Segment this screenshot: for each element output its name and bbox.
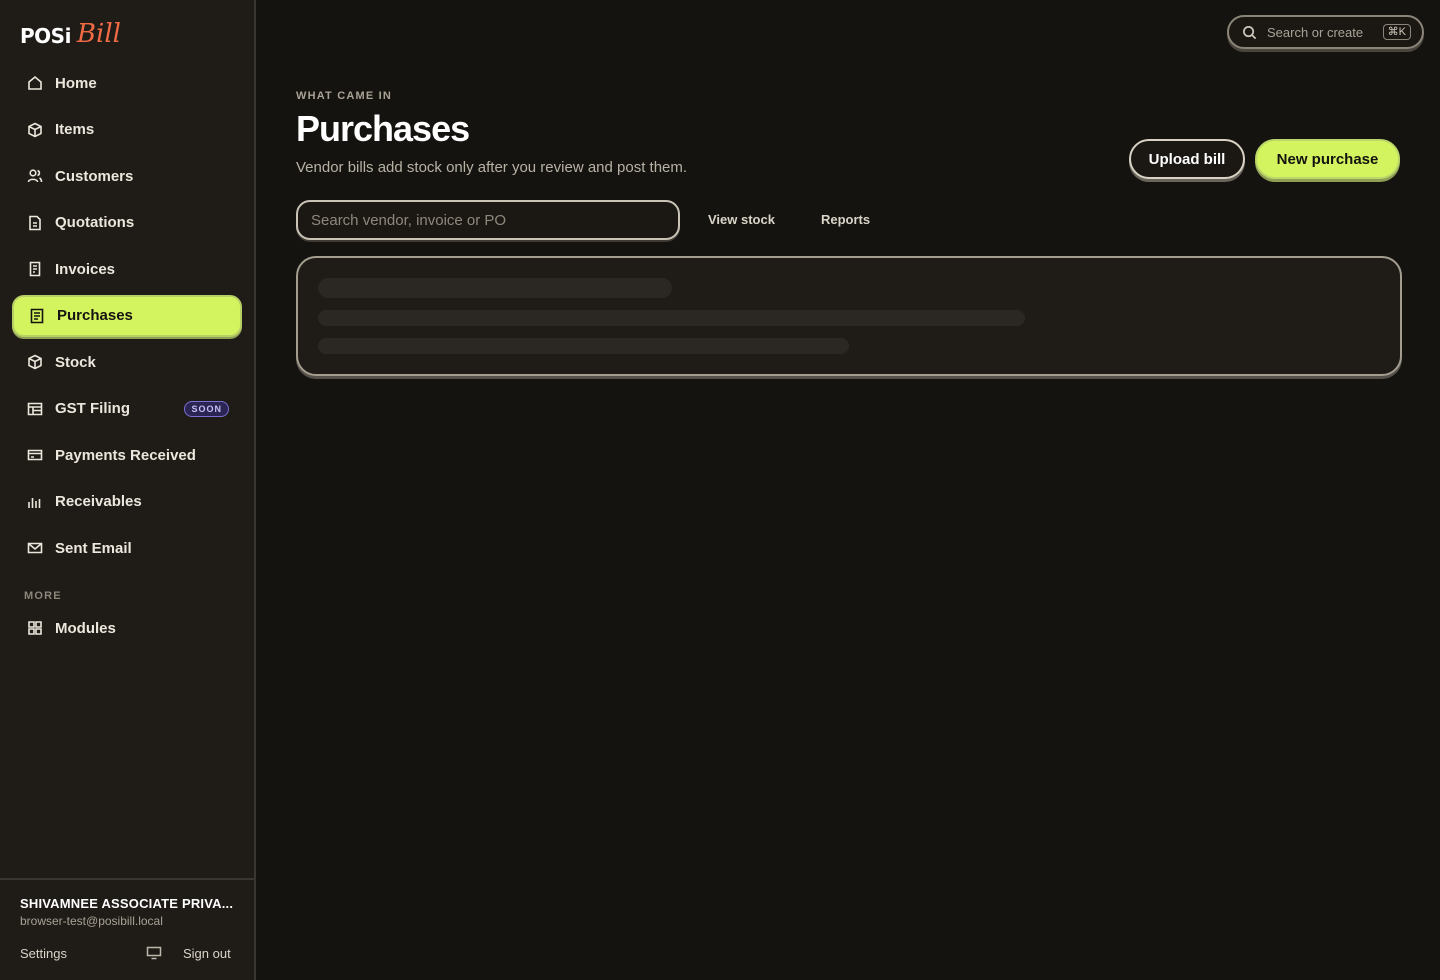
sidebar-item-label: Sent Email [55,539,132,557]
page-title: Purchases [296,108,470,149]
sidebar-item-label: Purchases [57,307,133,324]
sign-out-link[interactable]: Sign out [183,946,231,961]
sidebar-item-label: Customers [55,167,134,185]
sidebar-item-label: Modules [55,619,116,637]
new-purchase-button[interactable]: New purchase [1255,139,1400,179]
box-icon [26,121,44,139]
search-icon [1242,25,1257,40]
receipt-icon [26,260,44,278]
skeleton-line [318,310,1025,326]
card-icon [26,446,44,464]
sidebar-nav: Home Items Customers Quotations Invoices… [12,62,242,574]
sidebar-item-label: Invoices [55,260,116,278]
page-subtitle: Vendor bills add stock only after you re… [296,159,688,176]
logo-text-bill: Bill [76,19,121,49]
document-icon [26,214,44,232]
upload-bill-button[interactable]: Upload bill [1129,139,1245,179]
keyboard-shortcut: ⌘K [1382,24,1411,40]
sidebar-item-modules[interactable]: Modules [12,607,242,649]
grid-icon [26,619,44,637]
users-icon [26,167,44,185]
bars-icon [26,493,44,511]
sidebar-item-quotations[interactable]: Quotations [12,202,242,244]
sidebar-item-label: Payments Received [55,446,196,464]
purchases-list-panel [296,256,1402,376]
sidebar: POSi Bill Home Items Customers Quotation… [0,0,256,980]
global-search[interactable]: Search or create ⌘K [1227,15,1424,49]
sidebar-item-receivables[interactable]: Receivables [12,481,242,523]
sidebar-item-customers[interactable]: Customers [12,155,242,197]
table-icon [26,400,44,418]
skeleton-line [318,338,849,354]
sidebar-item-home[interactable]: Home [12,62,242,104]
sidebar-item-invoices[interactable]: Invoices [12,248,242,290]
soon-badge: SOON [184,400,229,417]
box-icon [26,353,44,371]
sidebar-item-label: Receivables [55,493,142,510]
skeleton-line [318,278,672,298]
sidebar-item-payments-received[interactable]: Payments Received [12,434,242,476]
sidebar-item-sent-email[interactable]: Sent Email [12,527,242,569]
app-logo[interactable]: POSi Bill [20,16,121,48]
sidebar-more-nav: Modules [12,607,242,654]
sidebar-item-label: Stock [55,353,96,371]
sidebar-item-purchases[interactable]: Purchases [12,294,242,337]
mail-icon [26,539,44,557]
sidebar-item-label: Home [55,74,97,92]
page-eyebrow: WHAT CAME IN [296,90,393,102]
logo-text-posi: POSi [20,24,71,48]
user-email: browser-test@posibill.local [20,914,163,928]
view-stock-link[interactable]: View stock [708,212,775,227]
sidebar-item-items[interactable]: Items [12,109,242,151]
more-section-label: MORE [24,590,62,602]
organization-name: SHIVAMNEE ASSOCIATE PRIVA... [20,896,234,911]
sidebar-item-gst-filing[interactable]: GST Filing SOON [12,388,242,430]
global-search-placeholder: Search or create [1267,24,1364,40]
monitor-icon[interactable] [146,946,162,960]
reports-link[interactable]: Reports [821,212,870,227]
sidebar-item-stock[interactable]: Stock [12,341,242,383]
sidebar-item-label: Items [55,121,95,138]
sidebar-item-label: Quotations [55,214,135,231]
sidebar-footer: SHIVAMNEE ASSOCIATE PRIVA... browser-tes… [0,878,254,980]
sidebar-item-label: GST Filing [55,400,130,417]
purchase-search-input[interactable] [296,200,680,240]
settings-link[interactable]: Settings [20,946,67,961]
home-icon [26,74,44,92]
list-document-icon [28,307,46,325]
